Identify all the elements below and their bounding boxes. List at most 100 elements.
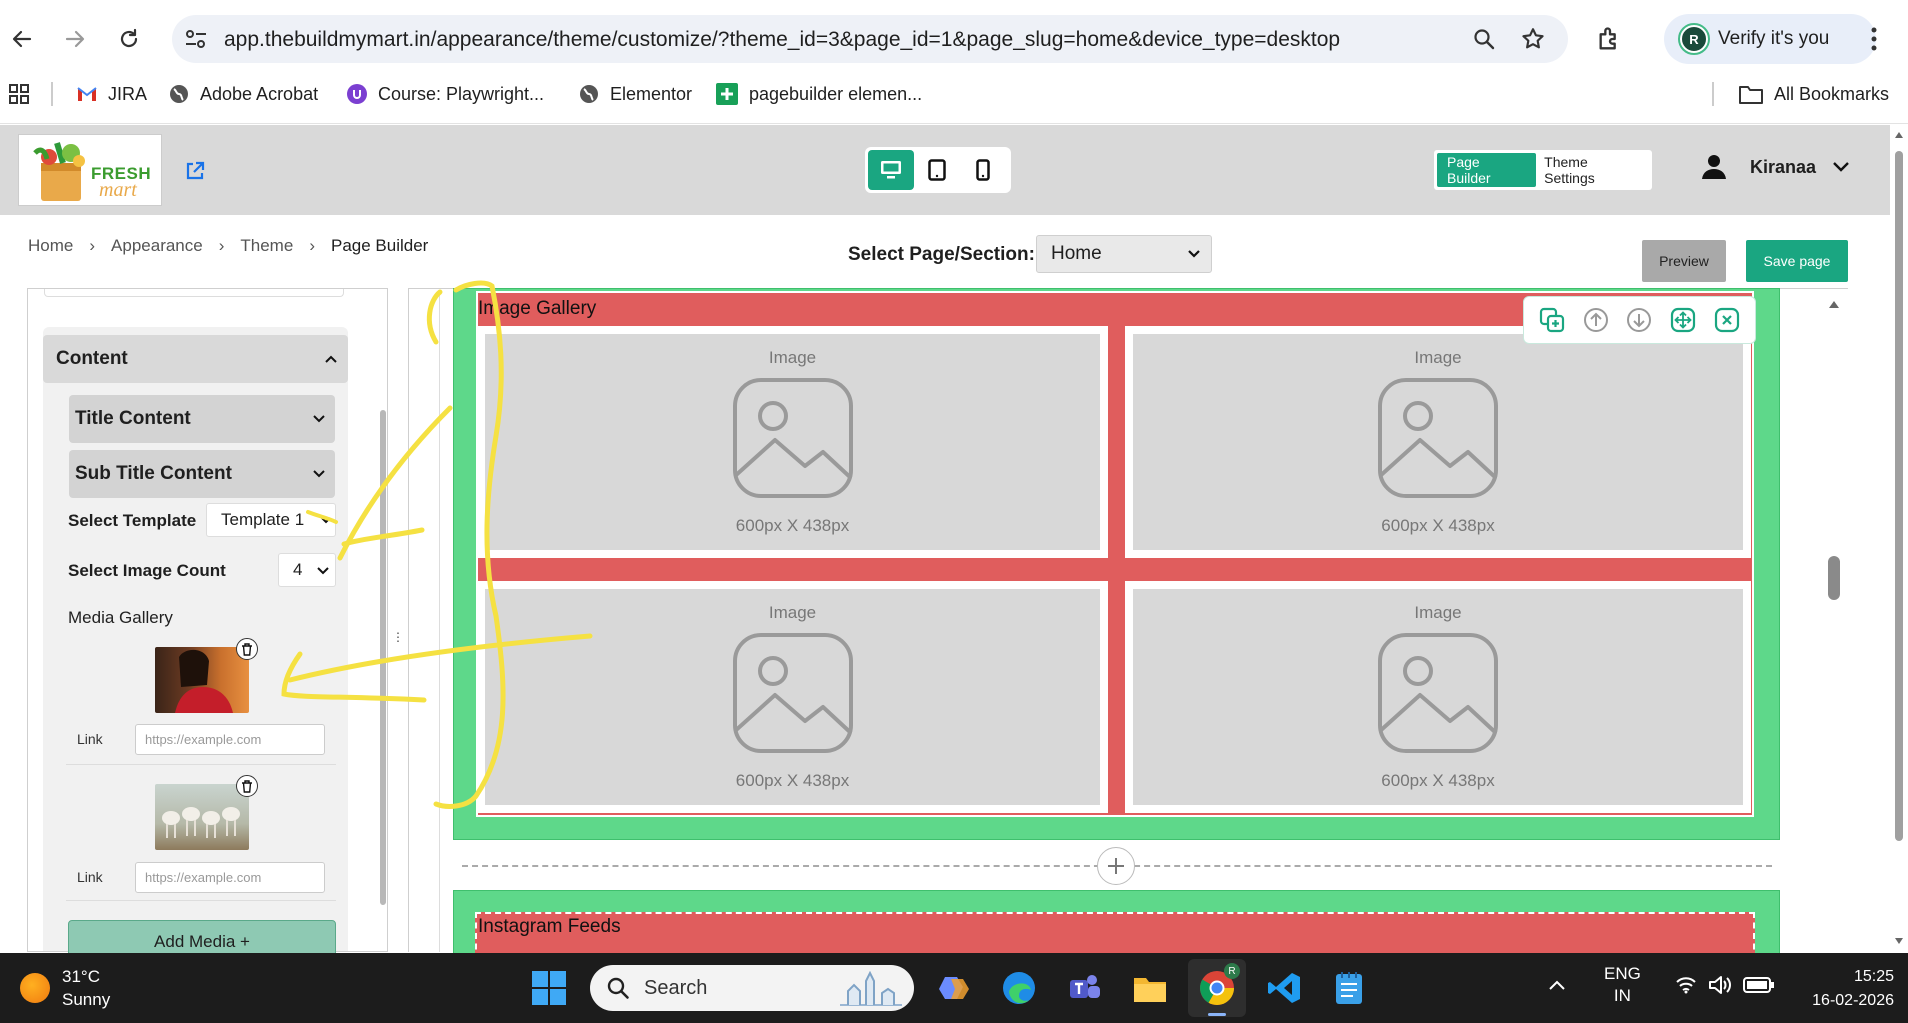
tile-label: Image bbox=[768, 603, 817, 622]
site-settings-icon[interactable] bbox=[184, 28, 208, 50]
breadcrumb-appearance[interactable]: Appearance bbox=[111, 236, 203, 256]
instagram-feeds-title: Instagram Feeds bbox=[478, 916, 621, 937]
panel-scroll-up[interactable] bbox=[378, 290, 384, 302]
user-menu[interactable]: Kiranaa bbox=[1700, 153, 1850, 181]
gallery-tile[interactable]: Image 600px X 438px bbox=[477, 581, 1108, 813]
link-label: Link bbox=[77, 731, 103, 747]
page-scroll-thumb[interactable] bbox=[1895, 151, 1903, 841]
chevron-right-icon: › bbox=[218, 236, 225, 255]
preview-button[interactable]: Preview bbox=[1642, 240, 1726, 282]
chevron-down-icon bbox=[1188, 250, 1200, 258]
link-input[interactable]: https://example.com bbox=[135, 724, 325, 755]
portrait-photo-icon bbox=[175, 649, 233, 713]
zoom-icon[interactable] bbox=[1472, 27, 1496, 51]
duplicate-icon[interactable] bbox=[1538, 306, 1566, 334]
page-scrollbar[interactable] bbox=[1890, 125, 1908, 953]
title-content-accordion[interactable]: Title Content bbox=[69, 395, 335, 443]
media-thumbnail[interactable] bbox=[155, 647, 249, 713]
file-explorer-icon[interactable] bbox=[1130, 968, 1170, 1008]
grocery-bag-icon bbox=[33, 142, 85, 201]
bookmark-pagebuilder[interactable]: pagebuilder elemen... bbox=[715, 74, 922, 114]
back-button[interactable] bbox=[3, 20, 41, 58]
active-indicator bbox=[1208, 1013, 1226, 1016]
forward-arrow-icon bbox=[65, 30, 85, 48]
apps-grid-icon[interactable] bbox=[8, 83, 30, 105]
reload-button[interactable] bbox=[110, 20, 148, 58]
fresh-mart-logo[interactable]: FRESH mart bbox=[18, 134, 162, 206]
breadcrumb-theme[interactable]: Theme bbox=[240, 236, 293, 256]
panel-scroll-thumb[interactable] bbox=[380, 410, 386, 905]
desktop-view-button[interactable] bbox=[868, 150, 914, 190]
chevron-up-icon[interactable] bbox=[1548, 979, 1566, 991]
user-name: Kiranaa bbox=[1750, 156, 1817, 177]
system-clock[interactable]: 15:25 16-02-2026 bbox=[1812, 965, 1894, 1013]
external-link-icon[interactable] bbox=[184, 160, 206, 182]
select-page-dropdown[interactable]: Home bbox=[1036, 235, 1212, 273]
select-template-dropdown[interactable]: Template 1 bbox=[206, 503, 336, 537]
system-tray: ENG IN bbox=[1540, 963, 1775, 1007]
add-section-button[interactable] bbox=[1097, 847, 1135, 885]
notepad-icon[interactable] bbox=[1329, 968, 1369, 1008]
tile-size: 600px X 438px bbox=[1381, 771, 1495, 790]
url-text[interactable]: app.thebuildmymart.in/appearance/theme/c… bbox=[224, 28, 1340, 52]
weather-widget[interactable]: 31°C Sunny bbox=[20, 965, 110, 1011]
scroll-up-icon[interactable] bbox=[1828, 300, 1840, 309]
move-down-icon[interactable] bbox=[1625, 306, 1653, 334]
scroll-down-icon[interactable] bbox=[1894, 937, 1904, 945]
panel-resize-handle[interactable]: ⋮ bbox=[392, 630, 404, 644]
bookmark-adobe-acrobat[interactable]: Adobe Acrobat bbox=[168, 74, 318, 114]
delete-media-button[interactable] bbox=[236, 775, 258, 797]
media-thumbnail[interactable] bbox=[155, 784, 249, 850]
language-indicator[interactable]: ENG IN bbox=[1604, 963, 1641, 1007]
breadcrumb-home[interactable]: Home bbox=[28, 236, 73, 256]
chrome-taskbar-active[interactable]: R bbox=[1188, 959, 1246, 1017]
theme-settings-tab[interactable]: Theme Settings bbox=[1536, 153, 1649, 187]
chevron-up-icon bbox=[325, 355, 337, 363]
gallery-tile[interactable]: Image 600px X 438px bbox=[477, 326, 1108, 558]
link-input[interactable]: https://example.com bbox=[135, 862, 325, 893]
forward-button[interactable] bbox=[56, 20, 94, 58]
content-accordion-header[interactable]: Content bbox=[43, 335, 348, 383]
volume-icon[interactable] bbox=[1707, 974, 1731, 996]
canvas-scrollbar[interactable] bbox=[1820, 290, 1848, 952]
folder-icon bbox=[1739, 86, 1763, 104]
move-up-icon[interactable] bbox=[1582, 306, 1610, 334]
select-template-label: Select Template bbox=[68, 511, 197, 530]
bookmark-course-playwright[interactable]: Course: Playwright... bbox=[346, 74, 544, 114]
gallery-tile[interactable]: Image 600px X 438px bbox=[1125, 326, 1751, 558]
battery-icon[interactable] bbox=[1742, 976, 1775, 994]
profile-verify-button[interactable]: R Verify it's you bbox=[1664, 14, 1876, 64]
extensions-icon[interactable] bbox=[1596, 25, 1624, 53]
chevron-down-icon bbox=[321, 517, 331, 524]
canvas-scroll-thumb[interactable] bbox=[1828, 556, 1840, 600]
taskbar-search[interactable]: Search bbox=[590, 965, 914, 1011]
address-bar[interactable]: app.thebuildmymart.in/appearance/theme/c… bbox=[172, 15, 1568, 63]
image-count-dropdown[interactable]: 4 bbox=[278, 553, 336, 587]
kebab-menu-icon[interactable] bbox=[1870, 26, 1878, 52]
edge-icon[interactable] bbox=[999, 968, 1039, 1008]
page-builder-tab[interactable]: Page Builder bbox=[1437, 153, 1537, 187]
vscode-icon[interactable] bbox=[1264, 968, 1304, 1008]
scroll-up-icon[interactable] bbox=[1894, 131, 1904, 139]
copilot-icon[interactable] bbox=[934, 968, 974, 1008]
bookmark-jira[interactable]: JIRA bbox=[76, 74, 147, 114]
mobile-view-button[interactable] bbox=[960, 150, 1006, 190]
save-page-button[interactable]: Save page bbox=[1746, 240, 1848, 282]
windows-start-icon[interactable] bbox=[531, 970, 567, 1006]
all-bookmarks[interactable]: All Bookmarks bbox=[1738, 74, 1889, 114]
wifi-icon[interactable] bbox=[1675, 976, 1697, 994]
sub-title-content-accordion[interactable]: Sub Title Content bbox=[69, 450, 335, 498]
drag-move-icon[interactable] bbox=[1669, 306, 1697, 334]
bookmark-elementor[interactable]: Elementor bbox=[578, 74, 692, 114]
delete-media-button[interactable] bbox=[236, 638, 258, 660]
gallery-tile[interactable]: Image 600px X 438px bbox=[1125, 581, 1751, 813]
close-icon[interactable] bbox=[1713, 306, 1741, 334]
tablet-view-button[interactable] bbox=[914, 150, 960, 190]
trash-icon bbox=[242, 779, 252, 793]
link-label: Link bbox=[77, 869, 103, 885]
star-icon[interactable] bbox=[1520, 26, 1546, 52]
course-icon bbox=[347, 84, 367, 104]
divider bbox=[66, 900, 336, 901]
teams-icon[interactable] bbox=[1064, 968, 1104, 1008]
image-placeholder-icon bbox=[732, 633, 853, 753]
